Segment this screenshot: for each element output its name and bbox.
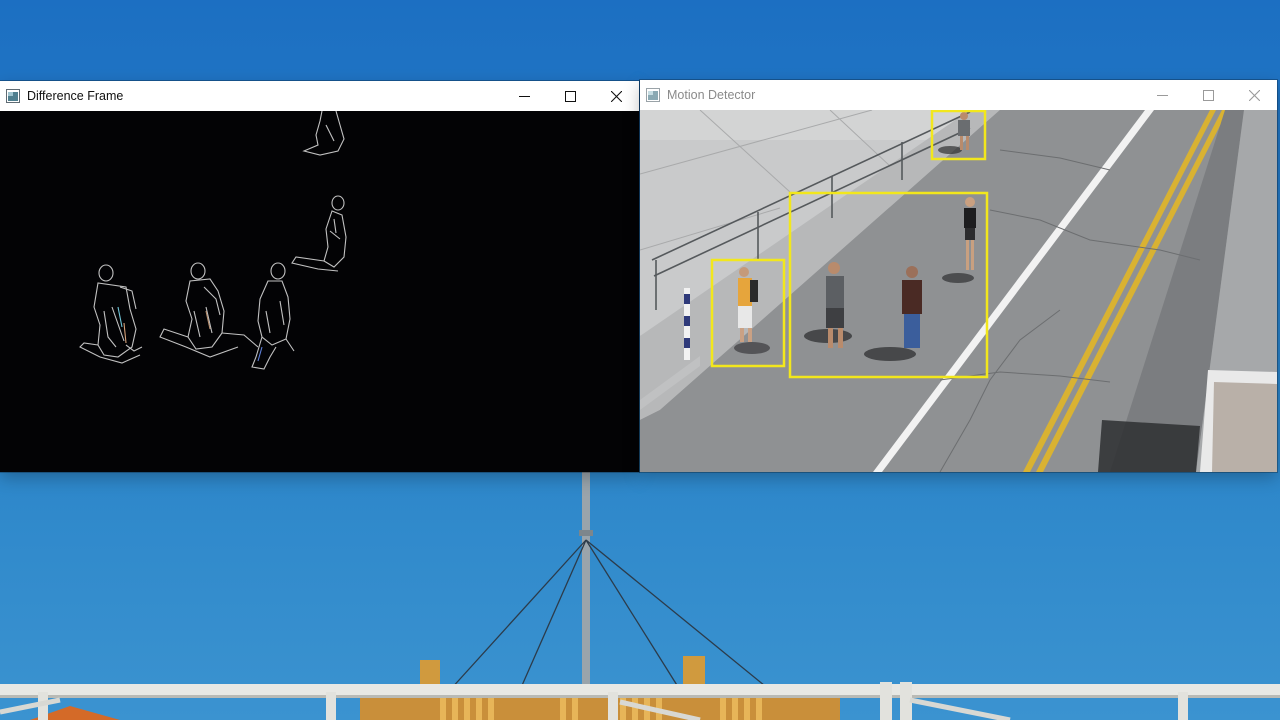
motion-detector-window[interactable]: Motion Detector [640, 80, 1277, 472]
close-icon [1248, 89, 1260, 101]
close-button[interactable] [1231, 80, 1277, 110]
window-title: Motion Detector [667, 88, 756, 102]
difference-frame-titlebar[interactable]: Difference Frame [0, 81, 639, 111]
maximize-icon [564, 90, 576, 102]
minimize-icon [1156, 90, 1168, 101]
app-window-icon [6, 89, 20, 103]
motion-outline [302, 111, 345, 156]
maximize-button[interactable] [1185, 80, 1231, 110]
window-title: Difference Frame [27, 89, 124, 103]
close-button[interactable] [593, 81, 639, 111]
app-window-icon [646, 88, 660, 102]
maximize-button[interactable] [547, 81, 593, 111]
close-icon [610, 90, 622, 102]
motion-detector-titlebar[interactable]: Motion Detector [640, 80, 1277, 110]
minimize-icon [518, 91, 530, 102]
minimize-button[interactable] [1139, 80, 1185, 110]
motion-outline [251, 262, 295, 370]
difference-frame-canvas [0, 111, 639, 472]
maximize-icon [1202, 89, 1214, 101]
motion-outline [291, 195, 347, 272]
motion-outline [79, 264, 143, 364]
motion-detector-video [640, 110, 1277, 472]
motion-outline [159, 262, 259, 358]
difference-frame-window[interactable]: Difference Frame [0, 81, 639, 472]
minimize-button[interactable] [501, 81, 547, 111]
